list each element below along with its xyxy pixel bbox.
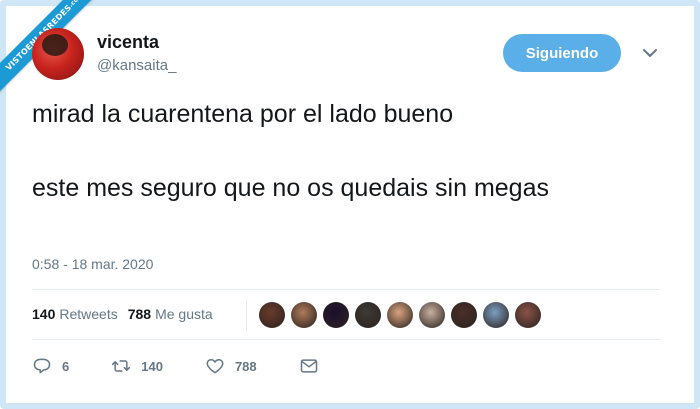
liker-avatar[interactable]: [323, 302, 349, 328]
liker-avatar[interactable]: [515, 302, 541, 328]
reply-button[interactable]: 6: [32, 356, 69, 376]
tweet-text-line-2: este mes seguro que no os quedais sin me…: [32, 174, 549, 202]
liker-avatar[interactable]: [387, 302, 413, 328]
retweet-count: 140: [141, 358, 163, 374]
share-button[interactable]: [299, 356, 319, 376]
chevron-down-icon[interactable]: [641, 44, 659, 62]
retweets-label: Retweets: [59, 306, 118, 322]
liker-avatar[interactable]: [291, 302, 317, 328]
liker-avatar[interactable]: [483, 302, 509, 328]
liker-avatar[interactable]: [451, 302, 477, 328]
following-button[interactable]: Siguiendo: [503, 34, 621, 72]
liker-avatar[interactable]: [355, 302, 381, 328]
stats-separator: [246, 299, 247, 331]
likes-stat[interactable]: 788 Me gusta: [128, 306, 213, 322]
liker-avatars: [259, 302, 541, 328]
author-handle[interactable]: @kansaita_: [97, 57, 176, 74]
reply-icon: [33, 358, 51, 374]
like-button[interactable]: 788: [205, 356, 257, 376]
author-name[interactable]: vicenta: [97, 32, 159, 53]
envelope-icon: [300, 359, 317, 373]
retweets-stat[interactable]: 140 Retweets: [32, 306, 118, 322]
like-count: 788: [234, 358, 257, 374]
author-avatar[interactable]: [32, 28, 84, 80]
likes-count: 788: [127, 306, 152, 322]
tweet-timestamp[interactable]: 0:58 - 18 mar. 2020: [32, 256, 153, 272]
retweets-count: 140: [32, 306, 56, 322]
liker-avatar[interactable]: [419, 302, 445, 328]
divider-bottom: [32, 339, 660, 340]
action-bar: 6 140 788: [32, 356, 361, 376]
divider-top: [32, 289, 660, 290]
reply-count: 6: [62, 358, 70, 374]
tweet-text-line-1: mirad la cuarentena por el lado bueno: [32, 100, 454, 128]
heart-icon: [206, 359, 224, 374]
likes-label: Me gusta: [155, 306, 213, 322]
retweet-icon: [112, 360, 131, 372]
retweet-button[interactable]: 140: [111, 356, 163, 376]
liker-avatar[interactable]: [259, 302, 285, 328]
engagement-stats: 140 Retweets 788 Me gusta: [32, 306, 213, 322]
